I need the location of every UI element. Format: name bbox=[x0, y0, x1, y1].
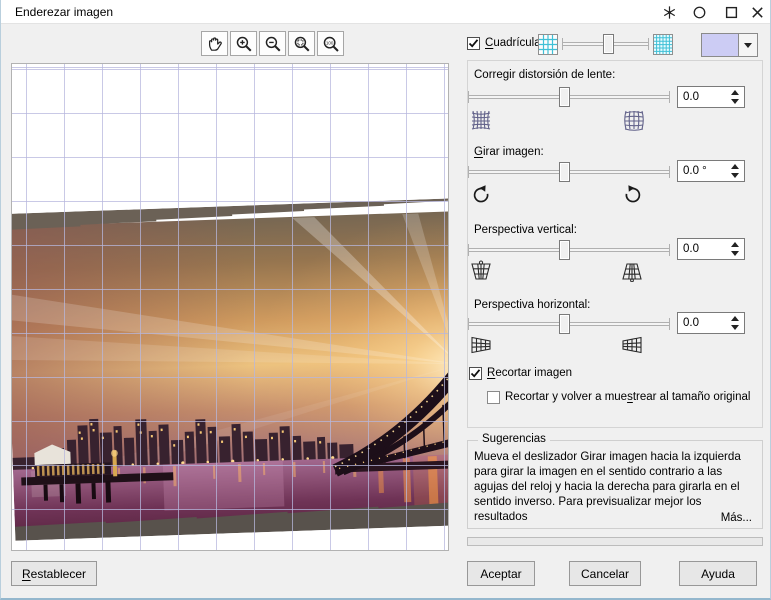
vertical-perspective-label: Perspectiva vertical: bbox=[474, 224, 577, 236]
close-icon[interactable] bbox=[749, 4, 766, 21]
rotate-image-spinbox[interactable]: 0.0 ° bbox=[677, 160, 745, 182]
pincushion-distortion-icon[interactable] bbox=[469, 109, 493, 134]
perspective-right-wide-icon[interactable] bbox=[620, 334, 644, 359]
tips-text: Mueva el deslizador Girar imagen hacia l… bbox=[474, 449, 758, 524]
zoom-fit-button[interactable] bbox=[288, 31, 315, 56]
tips-more-link[interactable]: Más... bbox=[721, 512, 752, 524]
zoom-out-icon bbox=[264, 35, 282, 53]
horizontal-perspective-slider[interactable] bbox=[468, 313, 670, 335]
spin-up-button[interactable] bbox=[727, 240, 743, 249]
rotate-ccw-icon[interactable] bbox=[469, 184, 493, 211]
rotate-image-slider-thumb[interactable] bbox=[559, 162, 570, 182]
reset-button[interactable]: Restablecer bbox=[11, 561, 97, 586]
zoom-fit-icon bbox=[293, 35, 311, 53]
fine-grid-icon bbox=[653, 33, 673, 59]
straighten-image-dialog: Enderezar imagen bbox=[0, 0, 771, 600]
grid-checkbox[interactable] bbox=[467, 37, 480, 50]
cancel-button[interactable]: Cancelar bbox=[569, 561, 641, 586]
spin-up-button[interactable] bbox=[727, 314, 743, 323]
coarse-grid-icon bbox=[538, 33, 558, 59]
lens-distortion-slider-thumb[interactable] bbox=[559, 87, 570, 107]
horizontal-perspective-slider-thumb[interactable] bbox=[559, 314, 570, 334]
svg-text:100: 100 bbox=[325, 40, 333, 45]
vertical-perspective-value[interactable]: 0.0 bbox=[683, 243, 699, 255]
image-preview-canvas[interactable] bbox=[11, 63, 449, 551]
zoom-100-icon: 100 bbox=[322, 35, 340, 53]
spin-up-button[interactable] bbox=[727, 88, 743, 97]
spin-down-button[interactable] bbox=[727, 171, 743, 180]
hand-icon bbox=[206, 35, 224, 53]
rotate-image-value[interactable]: 0.0 ° bbox=[683, 165, 707, 177]
grid-color-dropdown-button[interactable] bbox=[739, 33, 758, 57]
titlebar: Enderezar imagen bbox=[1, 0, 770, 24]
progress-bar bbox=[467, 537, 763, 546]
lens-distortion-spinbox[interactable]: 0.0 bbox=[677, 86, 745, 108]
crop-image-label: Recortar imagen bbox=[487, 367, 572, 379]
vertical-perspective-spinbox[interactable]: 0.0 bbox=[677, 238, 745, 260]
zoom-in-button[interactable] bbox=[230, 31, 257, 56]
chevron-down-icon bbox=[744, 43, 752, 48]
horizontal-perspective-value[interactable]: 0.0 bbox=[683, 317, 699, 329]
crop-image-checkbox[interactable] bbox=[469, 367, 482, 380]
pan-hand-button[interactable] bbox=[201, 31, 228, 56]
crop-resample-checkbox[interactable] bbox=[487, 391, 500, 404]
maximize-icon[interactable] bbox=[723, 4, 740, 21]
help-button[interactable]: Ayuda bbox=[679, 561, 757, 586]
photo-sydney-bridge bbox=[11, 198, 449, 541]
ok-button[interactable]: Aceptar bbox=[467, 561, 535, 586]
grid-density-slider-thumb[interactable] bbox=[603, 34, 614, 54]
tips-groupbox: Sugerencias Mueva el deslizador Girar im… bbox=[467, 440, 763, 529]
circle-icon[interactable] bbox=[691, 4, 708, 21]
spin-down-button[interactable] bbox=[727, 249, 743, 258]
lens-distortion-label: Corregir distorsión de lente: bbox=[474, 69, 615, 81]
rotate-cw-icon[interactable] bbox=[621, 184, 645, 211]
perspective-top-wide-icon[interactable] bbox=[469, 260, 493, 285]
zoom-100-button[interactable]: 100 bbox=[317, 31, 344, 56]
horizontal-perspective-spinbox[interactable]: 0.0 bbox=[677, 312, 745, 334]
dialog-title: Enderezar imagen bbox=[15, 5, 113, 19]
rotate-image-label: Girar imagen: bbox=[474, 146, 544, 158]
perspective-left-wide-icon[interactable] bbox=[469, 334, 493, 359]
vertical-perspective-slider-thumb[interactable] bbox=[559, 240, 570, 260]
lens-distortion-slider[interactable] bbox=[468, 86, 670, 108]
spin-down-button[interactable] bbox=[727, 323, 743, 332]
spin-down-button[interactable] bbox=[727, 97, 743, 106]
grid-color-swatch[interactable] bbox=[701, 33, 739, 57]
tips-title: Sugerencias bbox=[478, 433, 550, 445]
grid-density-slider[interactable] bbox=[562, 33, 649, 55]
zoom-out-button[interactable] bbox=[259, 31, 286, 56]
horizontal-perspective-label: Perspectiva horizontal: bbox=[474, 299, 590, 311]
zoom-in-icon bbox=[235, 35, 253, 53]
grid-color-picker[interactable] bbox=[701, 33, 758, 57]
barrel-distortion-icon[interactable] bbox=[622, 109, 646, 134]
vertical-perspective-slider[interactable] bbox=[468, 239, 670, 261]
check-icon bbox=[470, 368, 481, 379]
perspective-bottom-wide-icon[interactable] bbox=[620, 260, 644, 285]
rotate-image-slider[interactable] bbox=[468, 161, 670, 183]
snowflake-icon[interactable] bbox=[661, 4, 678, 21]
lens-distortion-value[interactable]: 0.0 bbox=[683, 91, 699, 103]
spin-up-button[interactable] bbox=[727, 162, 743, 171]
grid-label: Cuadrícula: bbox=[485, 37, 544, 49]
crop-resample-label: Recortar y volver a muestrear al tamaño … bbox=[505, 391, 750, 403]
check-icon bbox=[468, 38, 479, 49]
